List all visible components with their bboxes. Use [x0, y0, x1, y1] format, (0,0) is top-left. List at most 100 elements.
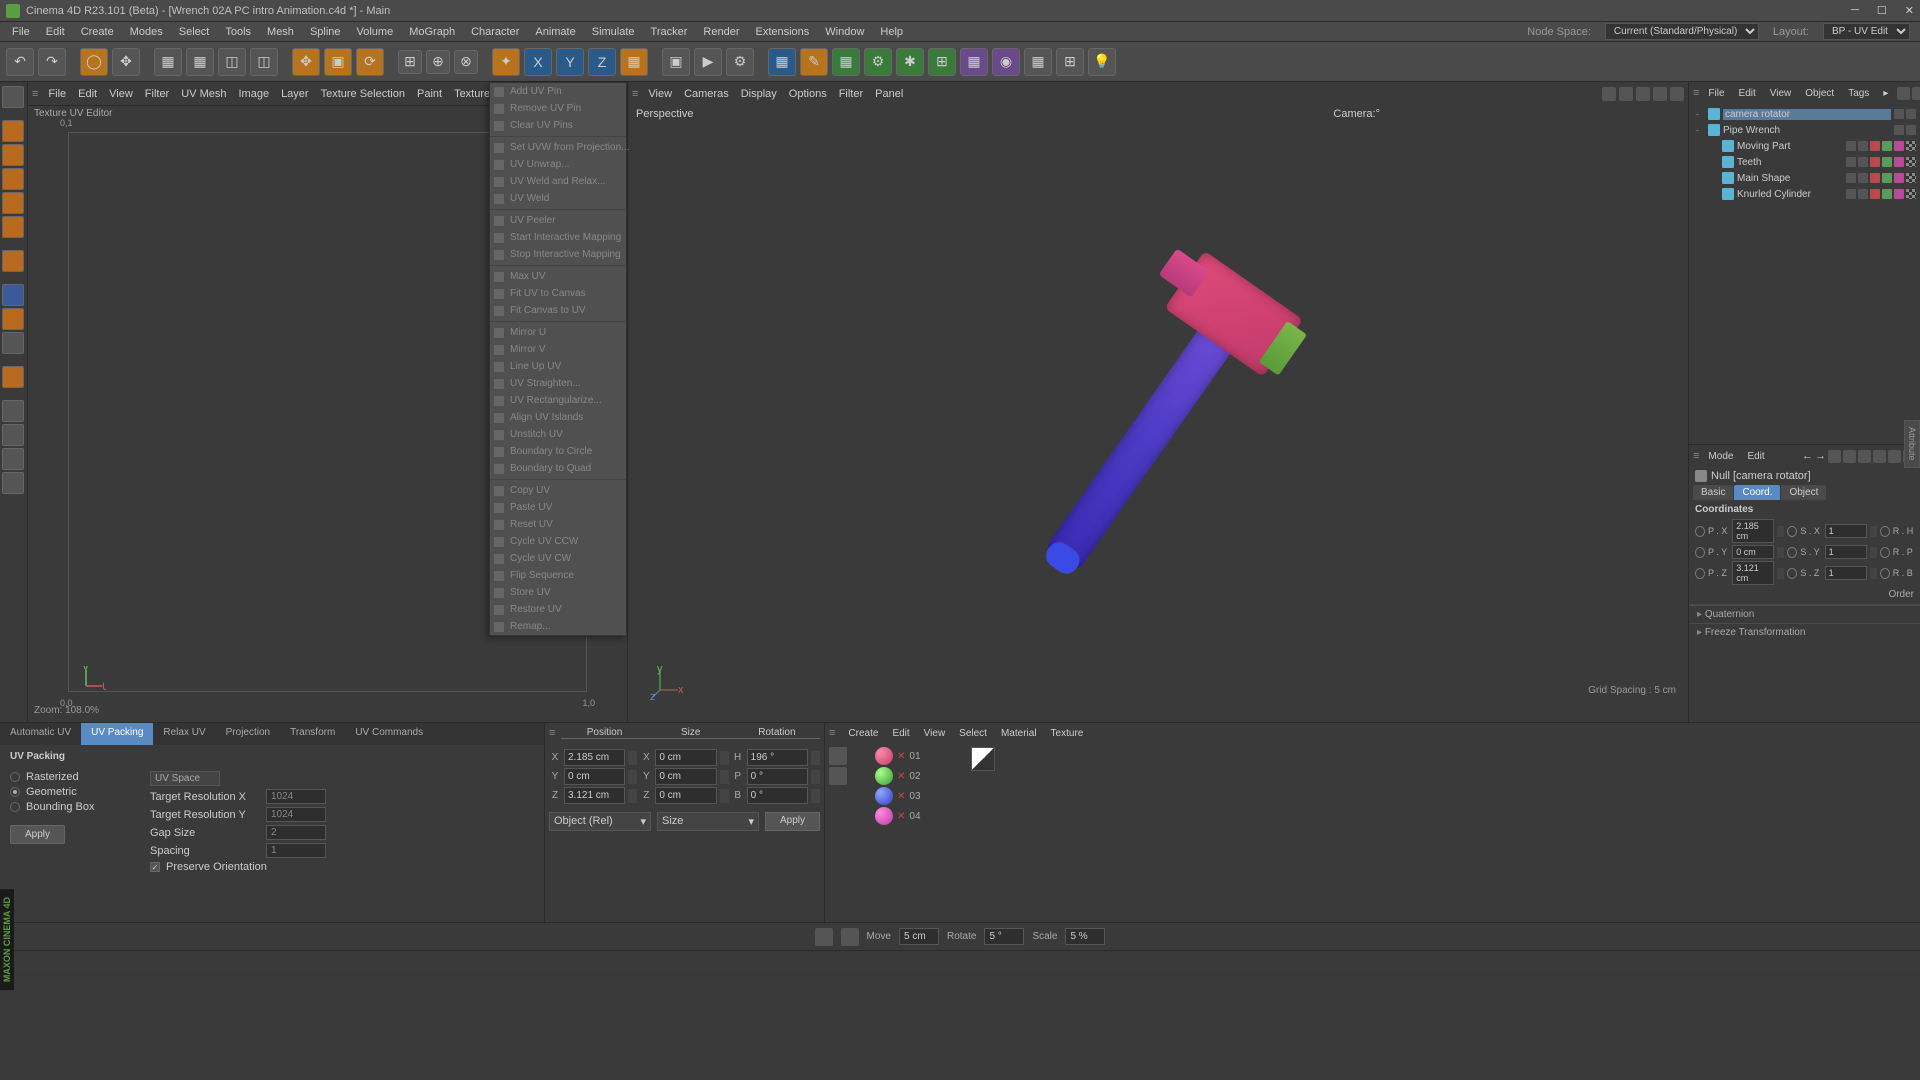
attr-fwd-icon[interactable]: →	[1815, 450, 1826, 463]
dropdown-item[interactable]: Align UV Islands	[490, 409, 626, 426]
menu-tracker[interactable]: Tracker	[643, 24, 696, 40]
obj-menu-more[interactable]: ▸	[1878, 86, 1893, 101]
nodespace-select[interactable]: Current (Standard/Physical)	[1605, 23, 1759, 40]
uv-menu-paint[interactable]: Paint	[411, 86, 448, 102]
tab-uv-commands[interactable]: UV Commands	[345, 723, 433, 745]
tool3-icon[interactable]: ◫	[218, 48, 246, 76]
tool2-icon[interactable]: ▦	[186, 48, 214, 76]
tab-transform[interactable]: Transform	[280, 723, 345, 745]
material-row[interactable]: ✕04	[875, 807, 921, 825]
attr-menu-mode[interactable]: Mode	[1703, 449, 1738, 464]
vp-menu-options[interactable]: Options	[783, 86, 833, 102]
menu-simulate[interactable]: Simulate	[584, 24, 643, 40]
grid1-icon[interactable]: ▦	[1024, 48, 1052, 76]
toggle3-icon[interactable]: ⊗	[454, 50, 478, 74]
hamburger-icon[interactable]: ≡	[829, 727, 835, 739]
camera-icon[interactable]: ▦	[960, 48, 988, 76]
minimize-icon[interactable]: ─	[1851, 4, 1859, 17]
light-icon[interactable]: ◉	[992, 48, 1020, 76]
tool1-icon[interactable]: ▦	[154, 48, 182, 76]
uvtool-icon[interactable]	[2, 366, 24, 388]
vp-nav4-icon[interactable]	[1653, 87, 1667, 101]
mode-workplane-icon[interactable]	[2, 144, 24, 166]
move-value[interactable]: 5 cm	[899, 928, 939, 945]
deformer-icon[interactable]: ⚙	[864, 48, 892, 76]
vp-menu-view[interactable]: View	[642, 86, 678, 102]
attr-opt1-icon[interactable]	[1828, 450, 1841, 463]
tab-uv-packing[interactable]: UV Packing	[81, 723, 153, 745]
menu-render[interactable]: Render	[695, 24, 747, 40]
misc1-icon[interactable]	[2, 400, 24, 422]
dropdown-item[interactable]: UV Weld	[490, 190, 626, 207]
dropdown-item[interactable]: Paste UV	[490, 499, 626, 516]
prim-cube-icon[interactable]: ▦	[768, 48, 796, 76]
obj-menu-file[interactable]: File	[1703, 86, 1729, 101]
mode-model-icon[interactable]	[2, 86, 24, 108]
timeline-icon[interactable]	[815, 928, 833, 946]
rotate-icon[interactable]: ⟳	[356, 48, 384, 76]
radio-rasterized[interactable]	[10, 772, 20, 782]
hamburger-icon[interactable]: ≡	[1693, 450, 1699, 462]
mat-menu-material[interactable]: Material	[996, 728, 1042, 739]
coord-apply-button[interactable]: Apply	[765, 812, 820, 831]
uv-menu-layer[interactable]: Layer	[275, 86, 315, 102]
cube-icon[interactable]: ▦	[620, 48, 648, 76]
material-row[interactable]: ✕02	[875, 767, 921, 785]
coord-size-select[interactable]: Size▾	[657, 812, 759, 831]
uv-menu-filter[interactable]: Filter	[139, 86, 175, 102]
attr-opt2-icon[interactable]	[1843, 450, 1856, 463]
obj-menu-tags[interactable]: Tags	[1843, 86, 1874, 101]
menu-animate[interactable]: Animate	[527, 24, 583, 40]
fld-gap[interactable]: 2	[266, 825, 326, 840]
hamburger-icon[interactable]: ≡	[1693, 87, 1699, 99]
dropdown-item[interactable]: Set UVW from Projection...	[490, 139, 626, 156]
wrench-model[interactable]	[1013, 251, 1303, 593]
fld-try[interactable]: 1024	[266, 807, 326, 822]
grid2-icon[interactable]: ⊞	[1056, 48, 1084, 76]
dropdown-item[interactable]: Line Up UV	[490, 358, 626, 375]
attr-opt4-icon[interactable]	[1873, 450, 1886, 463]
dropdown-item[interactable]: UV Peeler	[490, 212, 626, 229]
tree-row[interactable]: Main Shape	[1693, 170, 1916, 186]
snap1-icon[interactable]	[2, 284, 24, 306]
uv-menu-view[interactable]: View	[103, 86, 139, 102]
hamburger-icon[interactable]: ≡	[32, 88, 38, 100]
uv-menu-uvmesh[interactable]: UV Mesh	[175, 86, 232, 102]
mat-menu-view[interactable]: View	[919, 728, 951, 739]
y-axis-icon[interactable]: Y	[556, 48, 584, 76]
move-tool-icon[interactable]: ✥	[112, 48, 140, 76]
cloner-icon[interactable]: ⊞	[928, 48, 956, 76]
attr-opt3-icon[interactable]	[1858, 450, 1871, 463]
tab-auto-uv[interactable]: Automatic UV	[0, 723, 81, 745]
scale-icon[interactable]: ▣	[324, 48, 352, 76]
misc2-icon[interactable]	[2, 424, 24, 446]
obj-menu-view[interactable]: View	[1765, 86, 1797, 101]
toggle1-icon[interactable]: ⊞	[398, 50, 422, 74]
field-icon[interactable]: ✱	[896, 48, 924, 76]
attr-back-icon[interactable]: ←	[1802, 450, 1813, 463]
dropdown-item[interactable]: UV Rectangularize...	[490, 392, 626, 409]
obj-search-icon[interactable]	[1897, 87, 1910, 100]
tree-row[interactable]: -camera rotator	[1693, 106, 1916, 122]
uv-menu-file[interactable]: File	[42, 86, 72, 102]
move-icon[interactable]: ✥	[292, 48, 320, 76]
axis-icon[interactable]	[2, 250, 24, 272]
misc3-icon[interactable]	[2, 448, 24, 470]
dropdown-item[interactable]: Remap...	[490, 618, 626, 635]
menu-volume[interactable]: Volume	[349, 24, 402, 40]
tree-row[interactable]: -Pipe Wrench	[1693, 122, 1916, 138]
attr-menu-edit[interactable]: Edit	[1742, 449, 1769, 464]
dropdown-item[interactable]: Flip Sequence	[490, 567, 626, 584]
fld-trx[interactable]: 1024	[266, 789, 326, 804]
chk-preserve[interactable]	[150, 862, 160, 872]
uvspace-select[interactable]: UV Space	[150, 771, 220, 786]
spline-pen-icon[interactable]: ✎	[800, 48, 828, 76]
dropdown-item[interactable]: Start Interactive Mapping	[490, 229, 626, 246]
vp-menu-panel[interactable]: Panel	[869, 86, 909, 102]
menu-spline[interactable]: Spline	[302, 24, 349, 40]
bulb-icon[interactable]: 💡	[1088, 48, 1116, 76]
x-axis-icon[interactable]: X	[524, 48, 552, 76]
attr-quaternion-expand[interactable]: Quaternion	[1689, 605, 1920, 623]
generator-icon[interactable]: ▦	[832, 48, 860, 76]
hamburger-icon[interactable]: ≡	[549, 727, 555, 739]
